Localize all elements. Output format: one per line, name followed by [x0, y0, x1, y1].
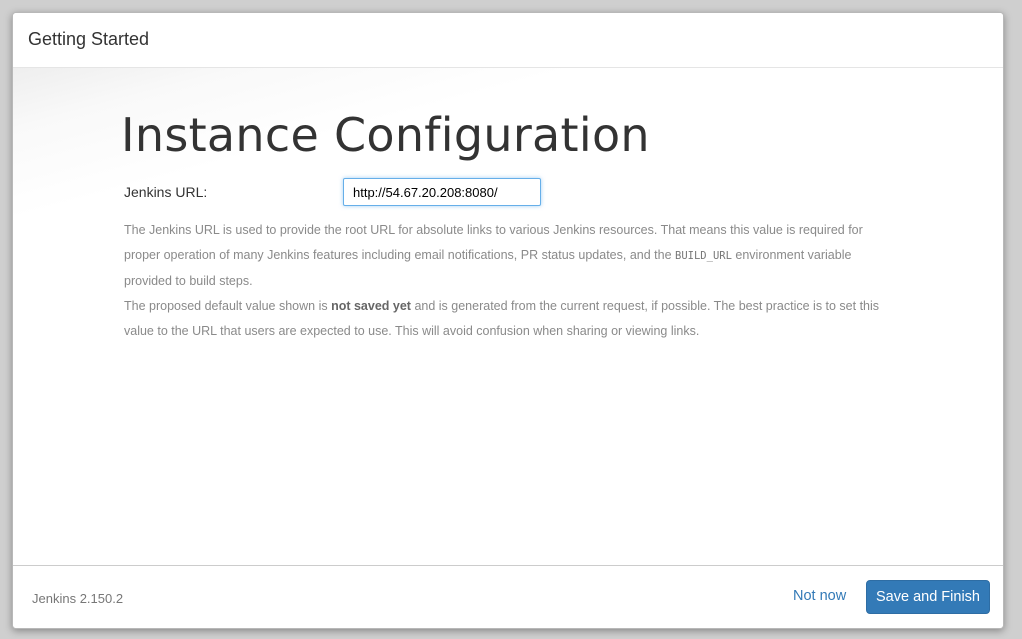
page-title: Instance Configuration	[121, 108, 650, 162]
dialog-footer: Jenkins 2.150.2 Not now Save and Finish	[13, 565, 1003, 628]
jenkins-url-label: Jenkins URL:	[124, 184, 208, 200]
dialog-title: Getting Started	[28, 29, 150, 49]
help-paragraph-1: The Jenkins URL is used to provide the r…	[124, 218, 894, 294]
jenkins-version: Jenkins 2.150.2	[32, 591, 124, 606]
save-and-finish-button[interactable]: Save and Finish	[866, 580, 990, 614]
help-text-2a: The proposed default value shown is	[124, 299, 332, 313]
jenkins-url-input[interactable]	[343, 178, 541, 206]
not-now-link[interactable]: Not now	[793, 588, 846, 604]
build-url-code: BUILD_URL	[675, 250, 732, 262]
dialog-body: Instance Configuration Jenkins URL: The …	[13, 68, 1003, 565]
help-paragraph-2: The proposed default value shown is not …	[124, 294, 894, 344]
not-saved-emphasis: not saved yet	[331, 299, 411, 313]
help-text: The Jenkins URL is used to provide the r…	[124, 218, 894, 344]
dialog-header: Getting Started	[13, 13, 1003, 68]
setup-dialog: Getting Started Instance Configuration J…	[12, 12, 1004, 629]
